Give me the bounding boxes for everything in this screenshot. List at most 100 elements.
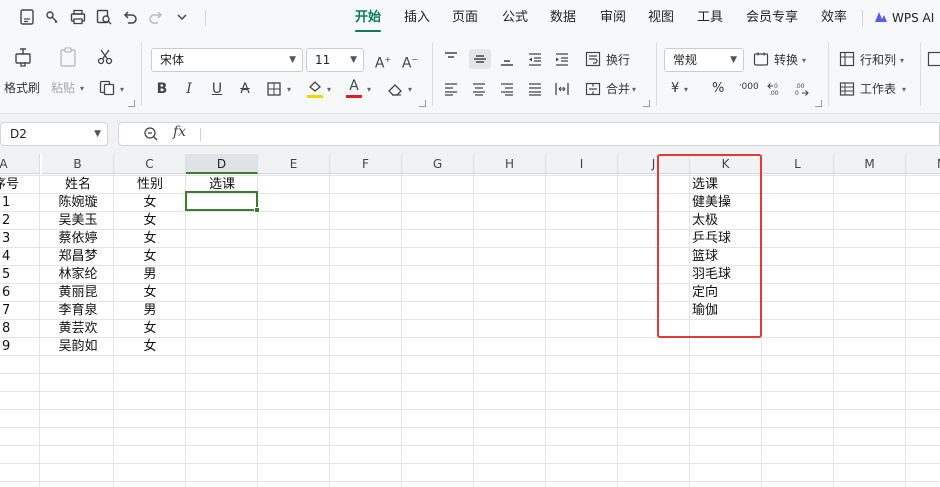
print-icon[interactable] [68,8,88,28]
fill-handle[interactable] [254,207,260,213]
formula-input[interactable]: fx [118,122,940,146]
decrease-indent-icon[interactable] [526,50,544,68]
decrease-decimal-icon[interactable]: .00 0 [793,80,811,98]
insert-function-button[interactable]: fx [173,124,186,140]
fill-color-dropdown-icon[interactable]: ▾ [327,85,331,95]
border-icon[interactable] [265,80,283,98]
paste-dropdown-icon[interactable]: ▾ [80,84,84,94]
format-painter-icon[interactable] [12,46,34,68]
redo-icon[interactable] [146,8,166,28]
strikethrough-button[interactable]: A [236,80,254,98]
currency-dropdown-icon[interactable]: ▾ [684,85,688,95]
chevron-down-icon[interactable] [172,8,192,28]
align-right-icon[interactable] [498,80,516,98]
italic-button[interactable]: I [180,80,198,98]
grow-font-icon[interactable]: A+ [374,51,392,72]
undo-icon[interactable] [120,8,140,28]
merge-button[interactable]: 合并 [606,81,630,97]
format-painter-button[interactable]: 格式刷 [4,80,40,96]
rows-cols-button[interactable]: 行和列 [860,52,896,68]
align-bottom-icon[interactable] [498,50,516,68]
print-preview-icon[interactable] [94,8,114,28]
bold-button[interactable]: B [153,80,171,98]
underline-button[interactable]: U [208,80,226,98]
convert-icon[interactable] [752,50,770,68]
align-top-icon[interactable] [442,50,460,68]
column-header-n[interactable]: N [906,154,940,174]
copy-icon[interactable] [98,79,116,97]
increase-indent-icon[interactable] [553,50,571,68]
cell-gender: 男 [143,267,157,282]
worksheet-button[interactable]: 工作表 [860,81,896,97]
wps-ai-button[interactable]: WPS AI [874,8,934,28]
number-format-select[interactable]: 常规 ▼ [664,48,744,72]
column-header-e[interactable]: E [258,154,330,174]
paste-button[interactable]: 粘贴 [51,80,75,96]
justify-icon[interactable] [526,80,544,98]
rows-cols-dropdown-icon[interactable]: ▾ [900,56,904,66]
name-box[interactable]: D2 ▼ [0,122,108,146]
cut-icon[interactable] [96,48,114,66]
number-group-expander[interactable] [815,100,822,107]
column-header-g[interactable]: G [402,154,474,174]
font-size-select[interactable]: 11 ▼ [306,48,364,72]
currency-format-button[interactable]: ¥ [671,81,679,97]
tab-home[interactable]: 开始 [355,8,381,28]
align-middle-icon[interactable] [469,49,491,69]
thousands-separator-button[interactable]: ,000 [739,78,759,92]
tab-insert[interactable]: 插入 [404,8,430,28]
clear-format-dropdown-icon[interactable]: ▾ [408,85,412,95]
fill-color-icon[interactable] [306,78,324,96]
wrap-text-button[interactable]: 换行 [606,52,630,68]
convert-dropdown-icon[interactable]: ▾ [802,56,806,66]
merge-dropdown-icon[interactable]: ▾ [632,85,636,95]
clear-format-icon[interactable] [386,80,404,98]
paste-icon[interactable] [57,46,79,68]
merge-cells-icon[interactable] [584,80,602,98]
zoom-search-icon[interactable] [143,126,159,142]
percent-format-button[interactable]: % [712,81,724,97]
tab-view[interactable]: 视图 [648,8,674,28]
column-header-h[interactable]: H [474,154,546,174]
column-header-b[interactable]: B [42,154,114,174]
tab-formula[interactable]: 公式 [502,8,528,28]
align-center-icon[interactable] [470,80,488,98]
tab-member[interactable]: 会员专享 [746,8,798,28]
border-dropdown-icon[interactable]: ▾ [287,85,291,95]
font-color-icon[interactable]: A [345,77,363,95]
alignment-group-expander[interactable] [643,100,650,107]
selected-cell-d2[interactable] [185,191,258,211]
file-menu-icon[interactable] [17,8,37,28]
column-header-m[interactable]: M [834,154,906,174]
font-name-select[interactable]: 宋体 ▼ [151,48,303,72]
rows-cols-icon[interactable] [838,50,856,68]
column-header-l[interactable]: L [762,154,834,174]
worksheet-icon[interactable] [838,80,856,98]
font-group-expander[interactable] [419,100,426,107]
column-header-c[interactable]: C [114,154,186,174]
column-header-a[interactable]: A [0,154,40,174]
tab-data[interactable]: 数据 [550,8,576,28]
column-header-d[interactable]: D [186,154,258,174]
tab-efficiency[interactable]: 效率 [821,8,847,28]
chevron-down-icon: ▼ [350,55,357,65]
tab-review[interactable]: 审阅 [600,8,626,28]
tab-page[interactable]: 页面 [452,8,478,28]
copy-dropdown-icon[interactable]: ▾ [120,85,124,95]
worksheet-dropdown-icon[interactable]: ▾ [902,85,906,95]
clipboard-group-expander[interactable] [128,100,135,107]
convert-button[interactable]: 转换 [774,52,798,68]
spreadsheet-grid[interactable]: ABCDEFGHIJKLMN序号姓名性别选课1陈婉璇女2吴美玉女3蔡依婷女4郑昌… [0,154,940,487]
tab-tools[interactable]: 工具 [697,8,723,28]
align-left-icon[interactable] [442,80,460,98]
increase-decimal-icon[interactable]: 0.00 [766,80,784,98]
column-header-f[interactable]: F [330,154,402,174]
ribbon-toolbar: 格式刷 粘贴 ▾ ▾ 宋体 ▼ 11 ▼ A+ A− B I U A ▾ ▾ A… [0,36,940,114]
column-header-i[interactable]: I [546,154,618,174]
shrink-font-icon[interactable]: A− [401,51,419,72]
distributed-align-icon[interactable] [553,80,571,98]
wrap-text-icon[interactable] [584,50,602,68]
font-color-dropdown-icon[interactable]: ▾ [367,85,371,95]
more-tools-icon[interactable] [926,50,940,68]
share-icon[interactable] [42,8,62,28]
